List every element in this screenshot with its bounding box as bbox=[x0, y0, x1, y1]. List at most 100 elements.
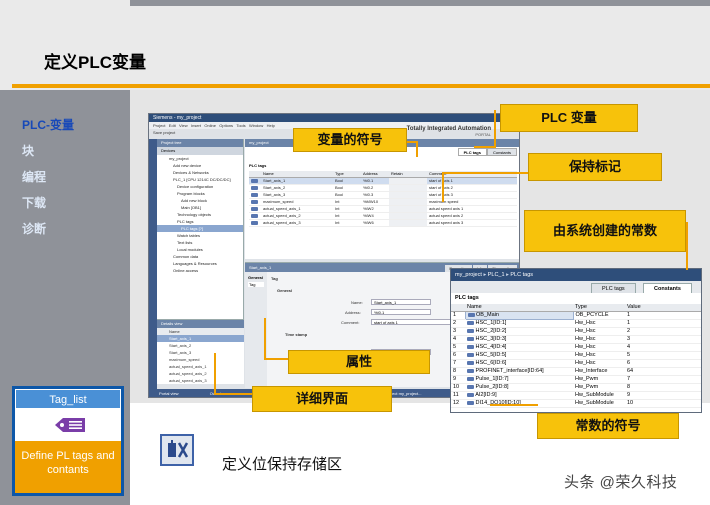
cell-comment[interactable]: actual speed axis 3 bbox=[427, 219, 517, 227]
retain-memory-icon[interactable] bbox=[160, 434, 194, 466]
devices-tab[interactable]: Devices bbox=[157, 147, 243, 155]
tag-list-tile[interactable]: Tag_list Define PL tags and contants bbox=[12, 386, 124, 496]
cell-type[interactable]: Hw_SubModule bbox=[573, 399, 625, 408]
nav-item-download[interactable]: 下载 bbox=[22, 194, 74, 210]
table-row[interactable]: 4 HSC_3[ID:3] Hw_Hsc 3 bbox=[451, 335, 701, 344]
details-row[interactable]: Start_axis_1 bbox=[157, 335, 244, 342]
cell-comment[interactable]: actual speed axis 2 bbox=[427, 212, 517, 220]
cell-type[interactable]: Bool bbox=[333, 184, 361, 192]
table-row[interactable]: 2 HSC_1[ID:1] Hw_Hsc 1 bbox=[451, 319, 701, 328]
cell-type[interactable]: Int bbox=[333, 198, 361, 206]
cell-name[interactable]: Pulse_2[ID:8] bbox=[476, 384, 509, 390]
cell-name[interactable]: OB_Main bbox=[476, 312, 499, 318]
cell-type[interactable]: Int bbox=[333, 212, 361, 220]
tree-item-selected[interactable]: PLC tags [?] bbox=[157, 225, 243, 232]
cell-comment[interactable]: actual speed axis 1 bbox=[427, 205, 517, 213]
menu-online[interactable]: Online bbox=[204, 123, 216, 128]
cell-type[interactable]: Hw_Hsc bbox=[573, 327, 625, 336]
cell-value[interactable]: 7 bbox=[625, 375, 701, 384]
tree-item[interactable]: PLC_1 [CPU 1214C DC/DC/DC] bbox=[157, 176, 243, 183]
table-row[interactable]: 9 Pulse_1[ID:7] Hw_Pwm 7 bbox=[451, 375, 701, 384]
menu-insert[interactable]: Insert bbox=[191, 123, 201, 128]
cell-type[interactable]: Hw_Hsc bbox=[573, 319, 625, 328]
cell-value[interactable]: 1 bbox=[625, 311, 701, 320]
nav-item-programming[interactable]: 编程 bbox=[22, 168, 74, 184]
cell-retain[interactable] bbox=[389, 191, 427, 199]
cell-type[interactable]: Hw_Pwm bbox=[573, 375, 625, 384]
cell-address[interactable]: %IW2 bbox=[361, 205, 389, 213]
menu-project[interactable]: Project bbox=[153, 123, 165, 128]
cell-type[interactable]: Hw_Hsc bbox=[573, 351, 625, 360]
details-row[interactable]: Start_axis_3 bbox=[157, 349, 244, 356]
cell-name[interactable]: Start_axis_2 bbox=[261, 184, 333, 192]
cell-value[interactable]: 1 bbox=[625, 319, 701, 328]
table-row[interactable]: 5 HSC_4[ID:4] Hw_Hsc 4 bbox=[451, 343, 701, 352]
cell-type[interactable]: Bool bbox=[333, 191, 361, 199]
prop-name-field[interactable]: Start_axis_1 bbox=[371, 299, 431, 305]
cell-type[interactable]: OB_PCYCLE bbox=[573, 311, 625, 320]
details-row[interactable]: actual_speed_axis_3 bbox=[157, 377, 244, 384]
cell-value[interactable]: 5 bbox=[625, 351, 701, 360]
table-row[interactable]: Start_axis_1 Bool %I0.1 start of axis 1 bbox=[249, 177, 517, 185]
cell-name[interactable]: actual_speed_axis_1 bbox=[261, 205, 333, 213]
tree-item[interactable]: Online access bbox=[157, 267, 243, 274]
cell-address[interactable]: %IW4 bbox=[361, 212, 389, 220]
tree-item[interactable]: Device configuration bbox=[157, 183, 243, 190]
cell-name[interactable]: HSC_2[ID:2] bbox=[476, 328, 507, 334]
cell-name[interactable]: maximum_speed bbox=[261, 198, 333, 206]
cell-type[interactable]: Hw_Hsc bbox=[573, 359, 625, 368]
cell-comment[interactable]: start of axis 2 bbox=[427, 184, 517, 192]
table-row[interactable]: 10 Pulse_2[ID:8] Hw_Pwm 8 bbox=[451, 383, 701, 392]
cell-value[interactable]: 10 bbox=[625, 399, 701, 408]
cell-comment[interactable]: start of axis 1 bbox=[427, 177, 517, 185]
prop-address-field[interactable]: %I0.1 bbox=[371, 309, 431, 315]
cell-type[interactable]: Hw_Interface bbox=[573, 367, 625, 376]
breadcrumb-item[interactable]: PLC tags bbox=[510, 272, 533, 278]
cell-value[interactable]: 8 bbox=[625, 383, 701, 392]
cell-type[interactable]: Hw_SubModule bbox=[573, 391, 625, 400]
menu-view[interactable]: View bbox=[179, 123, 188, 128]
cell-retain[interactable] bbox=[389, 212, 427, 220]
menu-tools[interactable]: Tools bbox=[236, 123, 245, 128]
cell-retain[interactable] bbox=[389, 198, 427, 206]
table-row[interactable]: maximum_speed Int %MW10 maximum speed bbox=[249, 198, 517, 206]
cell-value[interactable]: 2 bbox=[625, 327, 701, 336]
tree-item[interactable]: Main [OB1] bbox=[157, 204, 243, 211]
table-row[interactable]: Start_axis_3 Bool %I0.3 start of axis 3 bbox=[249, 191, 517, 199]
menu-edit[interactable]: Edit bbox=[169, 123, 176, 128]
cell-name[interactable]: Start_axis_3 bbox=[261, 191, 333, 199]
cell-comment[interactable]: start of axis 3 bbox=[427, 191, 517, 199]
cell-address[interactable]: %MW10 bbox=[361, 198, 389, 206]
cell-value[interactable]: 3 bbox=[625, 335, 701, 344]
cell-type[interactable]: Hw_Hsc bbox=[573, 343, 625, 352]
cell-retain[interactable] bbox=[389, 177, 427, 185]
tree-item[interactable]: Languages & Resources bbox=[157, 260, 243, 267]
nav-item-plc-tags[interactable]: PLC-变量 bbox=[22, 116, 74, 132]
tab-plc-tags[interactable]: PLC tags bbox=[591, 283, 636, 293]
cell-value[interactable]: 6 bbox=[625, 359, 701, 368]
table-row[interactable]: 11 AI2[ID:9] Hw_SubModule 9 bbox=[451, 391, 701, 400]
cell-value[interactable]: 9 bbox=[625, 391, 701, 400]
tree-item[interactable]: Watch tables bbox=[157, 232, 243, 239]
cell-type[interactable]: Int bbox=[333, 219, 361, 227]
cell-name[interactable]: HSC_4[ID:4] bbox=[476, 344, 507, 350]
cell-address[interactable]: %IW6 bbox=[361, 219, 389, 227]
prop-nav-general[interactable]: General bbox=[248, 275, 264, 280]
tree-item[interactable]: Program blocks bbox=[157, 190, 243, 197]
tree-item[interactable]: Add new device bbox=[157, 162, 243, 169]
table-row[interactable]: actual_speed_axis_2 Int %IW4 actual speed a… bbox=[249, 212, 517, 220]
cell-name[interactable]: Pulse_1[ID:7] bbox=[476, 376, 509, 382]
tree-item[interactable]: Local modules bbox=[157, 246, 243, 253]
cell-type[interactable]: Int bbox=[333, 205, 361, 213]
cell-value[interactable]: 4 bbox=[625, 343, 701, 352]
save-project-button[interactable]: Save project bbox=[153, 130, 175, 135]
portal-view-button[interactable]: Portal view bbox=[159, 391, 179, 396]
breadcrumb-item[interactable]: PLC_1 bbox=[488, 272, 505, 278]
cell-name[interactable]: HSC_6[ID:6] bbox=[476, 360, 507, 366]
cell-type[interactable]: Hw_Pwm bbox=[573, 383, 625, 392]
cell-name[interactable]: HSC_3[ID:3] bbox=[476, 336, 507, 342]
cell-address[interactable]: %I0.2 bbox=[361, 184, 389, 192]
tree-item[interactable]: Text lists bbox=[157, 239, 243, 246]
table-row[interactable]: 1 OB_Main OB_PCYCLE 1 bbox=[451, 310, 701, 320]
table-row[interactable]: 7 HSC_6[ID:6] Hw_Hsc 6 bbox=[451, 359, 701, 368]
